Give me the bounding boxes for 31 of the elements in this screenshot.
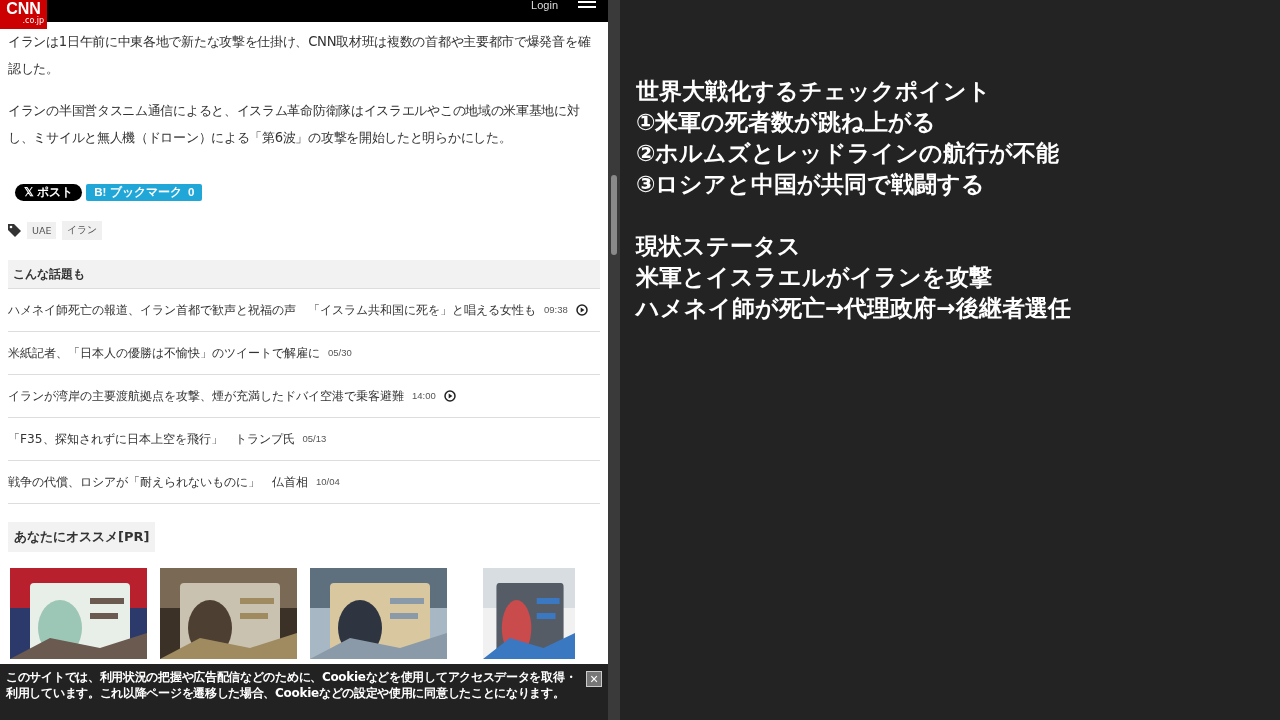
related-time: 14:00 — [412, 389, 436, 403]
login-link[interactable]: Login — [531, 0, 558, 10]
scrollbar[interactable] — [608, 0, 620, 720]
article-paragraph: イランは1日午前に中東各地で新たな攻撃を仕掛け、CNN取材班は複数の首都や主要都市で爆発音を確認した。 — [8, 33, 592, 78]
related-time: 09:38 — [544, 303, 568, 317]
related-link[interactable]: ハメネイ師死亡の報道、イラン首都で歓声と祝福の声 「イスラム共和国に死を」と唱える女性も — [8, 300, 536, 320]
tag-icon — [8, 224, 21, 237]
close-button[interactable]: × — [586, 671, 602, 687]
section-heading: こんな話題も — [8, 260, 600, 289]
article-paragraph: イランの半国営タスニム通信によると、イスラム革命防衛隊はイスラエルやこの地域の米軍基地に対し、ミサイルと無人機（ドローン）による「第6波」の攻撃を開始したと明らかにした。 — [8, 102, 581, 147]
related-time: 05/13 — [302, 432, 327, 446]
overlay-caption: ①米軍の死者数が跳ね上がる — [636, 108, 938, 137]
tag-link[interactable]: イラン — [62, 221, 103, 240]
overlay-caption: ハメネイ師が死亡→代理政府→後継者選任 — [636, 294, 1071, 323]
overlay-caption: ②ホルムズとレッドラインの航行が不能 — [636, 139, 1061, 168]
cookie-notice-text: このサイトでは、利用状況の把握や広告配信などのために、Cookieなどを使用してアクセスデータを取得・利用しています。これ以降ページを遷移した場合、Cookieなどの設定や使用に同意したことになります。 — [6, 669, 578, 701]
overlay-caption: 世界大戦化するチェックポイント — [636, 77, 992, 106]
post-button[interactable]: 𝕏 ポスト — [15, 184, 83, 201]
related-link[interactable]: 米紙記者、「日本人の優勝は不愉快」のツイートで解雇に — [8, 343, 320, 363]
related-time: 05/30 — [328, 346, 352, 360]
tag-link[interactable]: UAE — [27, 222, 57, 239]
scrollbar-thumb[interactable] — [611, 175, 617, 255]
overlay-caption: 現状ステータス — [636, 232, 802, 261]
related-link[interactable]: イランが湾岸の主要渡航拠点を攻撃、煙が充満したドバイ空港で乗客避難 — [8, 386, 404, 406]
section-heading: あなたにオススメ[PR] — [8, 522, 156, 552]
related-link[interactable]: 戦争の代償、ロシアが「耐えられないものに」 仏首相 — [8, 472, 308, 492]
overlay-caption: 米軍とイスラエルがイランを攻撃 — [636, 263, 993, 292]
related-time: 10/04 — [316, 475, 340, 489]
related-link[interactable]: 「F35、探知されずに日本上空を飛行」 トランプ氏 — [8, 429, 295, 449]
overlay-caption: ③ロシアと中国が共同で戦闘する — [636, 170, 987, 199]
site-logo[interactable]: CNN .co.jp — [0, 0, 47, 29]
